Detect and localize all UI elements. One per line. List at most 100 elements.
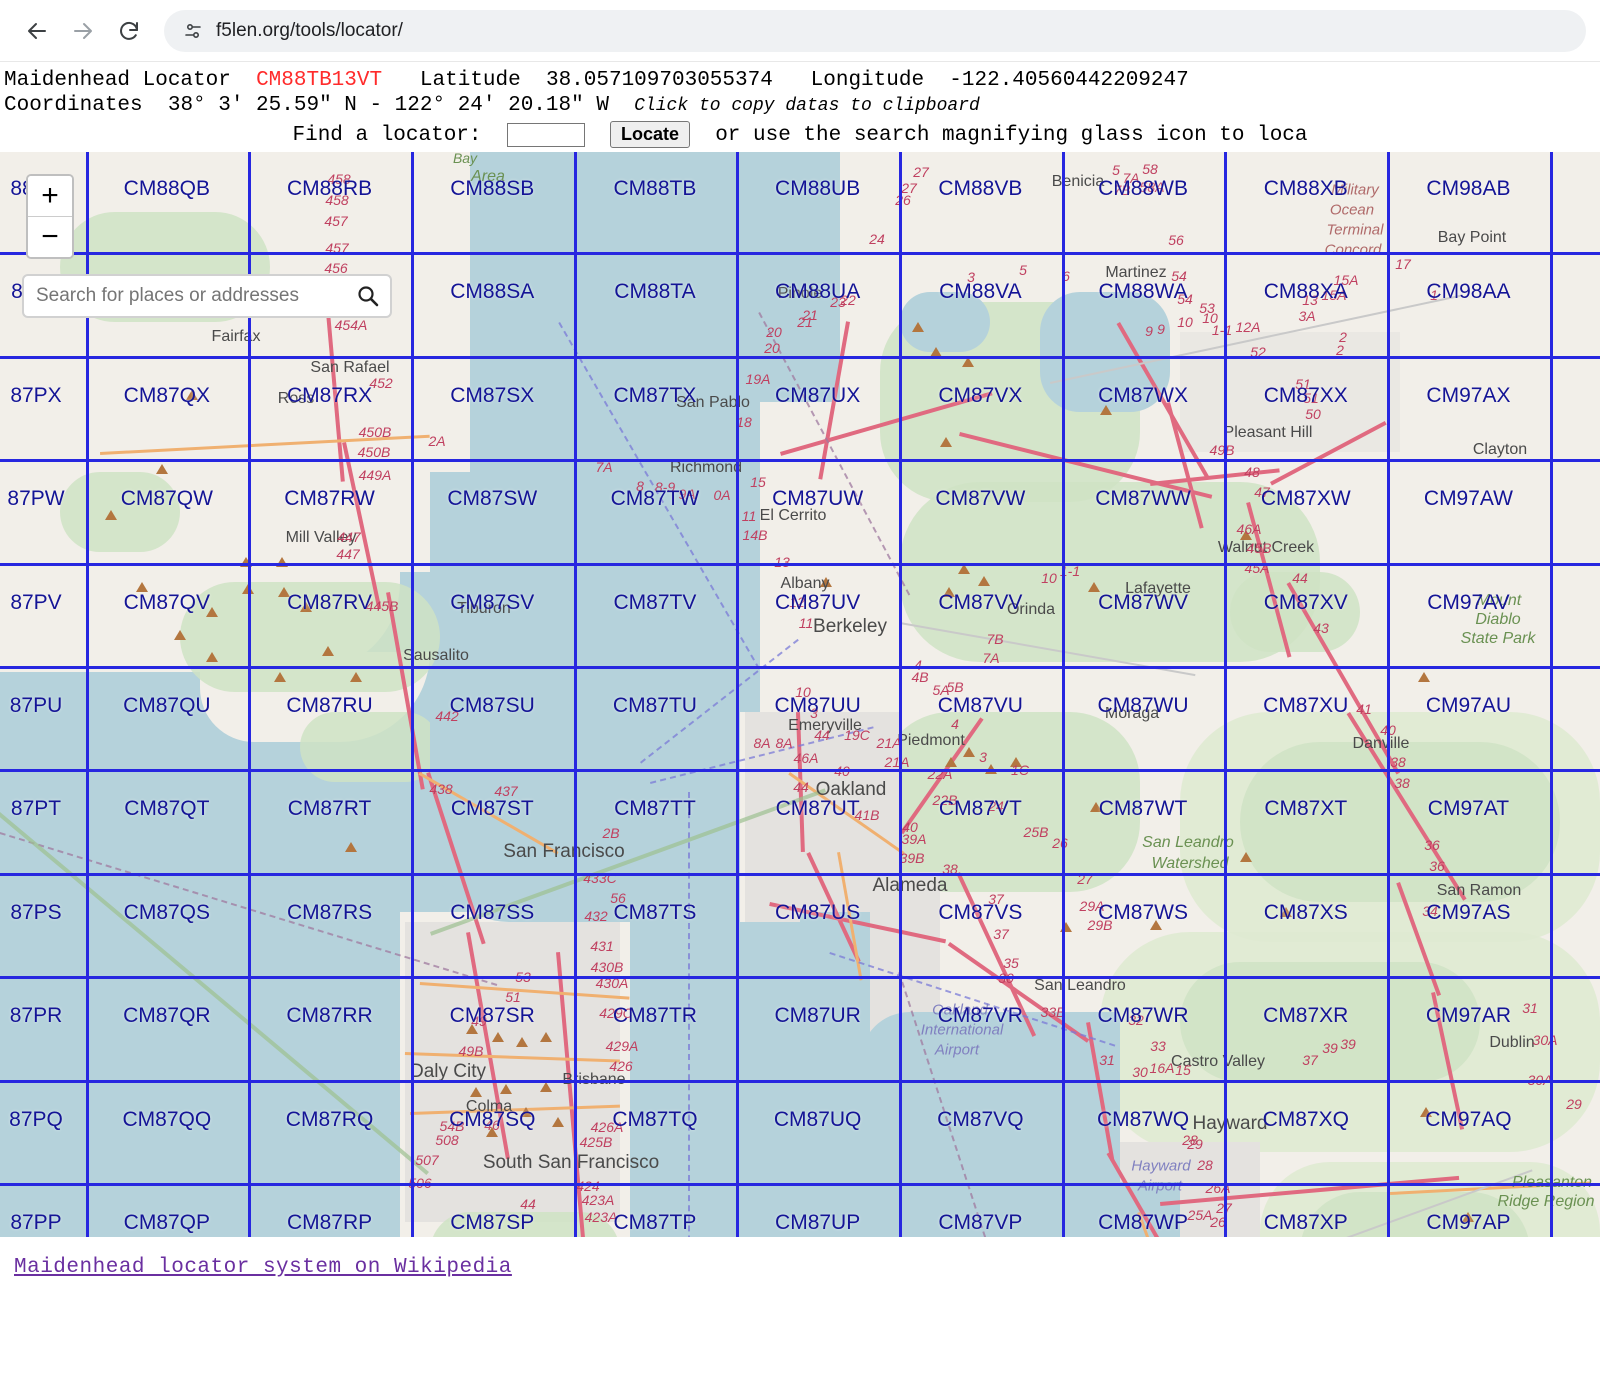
road-number-label: 39 <box>1322 1040 1338 1056</box>
grid-cell-label: 87PR <box>9 1004 63 1028</box>
road-number-label: 430A <box>595 975 629 991</box>
map-place-label: Hayward <box>1131 1157 1191 1175</box>
wikipedia-link[interactable]: Maidenhead locator system on Wikipedia <box>14 1256 512 1279</box>
road-number-label: 425B <box>579 1134 613 1150</box>
road-number-label: 29 <box>1566 1096 1582 1112</box>
grid-cell-label: CM87QT <box>124 797 210 821</box>
grid-cell-label: CM87RX <box>286 383 373 407</box>
road-number-label: 0A <box>713 487 731 503</box>
address-bar[interactable]: f5len.org/tools/locator/ <box>164 9 1586 52</box>
road-number-label: 2A <box>428 433 446 449</box>
grid-cell-label: CM87TT <box>614 797 696 821</box>
road-number-label: 49B <box>1209 442 1235 458</box>
locator-header: Maidenhead Locator CM88TB13VT Latitude 3… <box>0 62 1600 152</box>
map-canvas[interactable]: Bay Area Benicia Military Ocean Terminal Conco… <box>0 152 1600 1237</box>
zoom-in-button[interactable]: + <box>28 176 72 217</box>
grid-cell-label: CM87RQ <box>285 1107 374 1131</box>
grid-cell-label: CM87VV <box>938 590 1023 614</box>
road-number-label: 20 <box>764 340 780 356</box>
road-number-label: 11 <box>741 508 757 524</box>
map-place-label: State Park <box>1460 630 1536 647</box>
road-number-label: 48 <box>1244 464 1260 480</box>
road-number-label: 45B <box>1246 540 1272 556</box>
find-locator-input[interactable] <box>506 122 585 147</box>
road-number-label: 449A <box>358 467 392 483</box>
arrow-left-icon <box>28 22 46 39</box>
map-zoom-control[interactable]: + − <box>26 174 74 259</box>
road-number-label: 452 <box>369 375 393 391</box>
road-number-label: 41 <box>1356 701 1372 717</box>
road-number-label: 50 <box>1305 406 1321 422</box>
road-number-label: 36 <box>1424 837 1440 853</box>
grid-cell-label: CM87TX <box>613 383 697 407</box>
road-number-label: 39 <box>1340 1036 1356 1052</box>
road-number-label: 46A <box>793 750 819 766</box>
road-number-label: 39A <box>901 831 927 847</box>
locate-button[interactable]: Locate <box>609 121 690 148</box>
reload-icon <box>120 21 138 40</box>
zoom-out-button[interactable]: − <box>28 217 72 257</box>
reload-button[interactable] <box>106 8 152 54</box>
grid-cell-label: CM87WU <box>1097 694 1189 717</box>
road-number-label: 6 <box>1062 268 1070 284</box>
grid-cell-label: CM87TQ <box>612 1107 698 1131</box>
road-number-label: 19A <box>745 371 771 387</box>
road-number-label: 7A <box>982 650 1000 666</box>
grid-cell-label: CM97AX <box>1426 383 1511 407</box>
road-number-label: 37 <box>1302 1052 1318 1068</box>
map-search-box[interactable] <box>22 274 392 318</box>
grid-cell-label: CM87TV <box>613 590 697 614</box>
arrow-right-icon <box>74 22 92 39</box>
grid-cell-label: CM88TB <box>613 177 697 200</box>
grid-cell-label: CM88WB <box>1098 177 1188 200</box>
road-number-label: 49B <box>458 1043 484 1059</box>
coordinates-value[interactable]: 38° 3' 25.59" N - 122° 24' 20.18" W <box>168 94 609 117</box>
grid-cell-label: CM98AB <box>1426 177 1511 200</box>
grid-cell-label: CM87WP <box>1098 1211 1188 1234</box>
grid-cell-label: CM87SX <box>450 383 535 407</box>
road-number-label: 33 <box>1150 1038 1166 1054</box>
road-number-label: 450B <box>358 424 392 440</box>
road-number-label: 26 <box>895 192 911 208</box>
grid-cell-label: CM87XW <box>1260 487 1351 511</box>
road-number-label: 27 <box>1077 871 1093 887</box>
road-number-label: 25A <box>1187 1207 1213 1223</box>
grid-cell-label: CM87TU <box>612 694 697 717</box>
grid-cell-label: CM87ST <box>450 797 534 821</box>
grid-cell-label: CM97AP <box>1426 1211 1511 1234</box>
grid-cell-label: CM87RV <box>287 590 372 614</box>
map-place-label: Clayton <box>1472 441 1528 458</box>
road-number-label: 8A <box>775 735 793 751</box>
road-number-label: 2B <box>602 825 620 841</box>
grid-cell-label: CM88TA <box>614 280 696 304</box>
road-number-label: 30 <box>1132 1064 1148 1080</box>
road-number-label: 430B <box>590 959 624 975</box>
road-number-label: 31 <box>1099 1052 1115 1068</box>
grid-cell-label: CM87SU <box>449 694 535 717</box>
map-place-label: Terminal <box>1326 221 1384 239</box>
magnifying-glass-icon[interactable] <box>346 274 390 318</box>
road-number-label: 432 <box>584 908 608 924</box>
map-place-label: Concord <box>1324 241 1382 259</box>
url-text: f5len.org/tools/locator/ <box>216 19 403 41</box>
road-number-label: 2 <box>1336 342 1344 358</box>
road-number-label: 26A <box>1205 1180 1231 1196</box>
grid-cell-label: 87PV <box>10 590 62 614</box>
locator-value[interactable]: CM88TB13VT <box>256 69 382 92</box>
map-search-input[interactable] <box>24 285 346 307</box>
coordinates-line[interactable]: Coordinates 38° 3' 25.59" N - 122° 24' 2… <box>0 93 1600 119</box>
grid-cell-label: 87PW <box>7 487 65 511</box>
longitude-value: -122.40560442209247 <box>949 69 1189 92</box>
site-settings-icon[interactable] <box>178 16 208 46</box>
latitude-label: Latitude <box>419 69 521 92</box>
road-number-label: 447 <box>336 546 360 562</box>
forward-button[interactable] <box>60 8 106 54</box>
map-place-label: Fairfax <box>211 328 261 345</box>
back-button[interactable] <box>14 8 60 54</box>
grid-cell-label: CM88SA <box>450 280 535 304</box>
map-place-label: Ridge Region <box>1497 1193 1595 1210</box>
grid-cell-label: CM87TS <box>613 900 697 924</box>
road-number-label: 35 <box>1003 955 1019 971</box>
grid-cell-label: CM87SV <box>450 590 535 614</box>
road-number-label: 31 <box>1522 1000 1538 1016</box>
